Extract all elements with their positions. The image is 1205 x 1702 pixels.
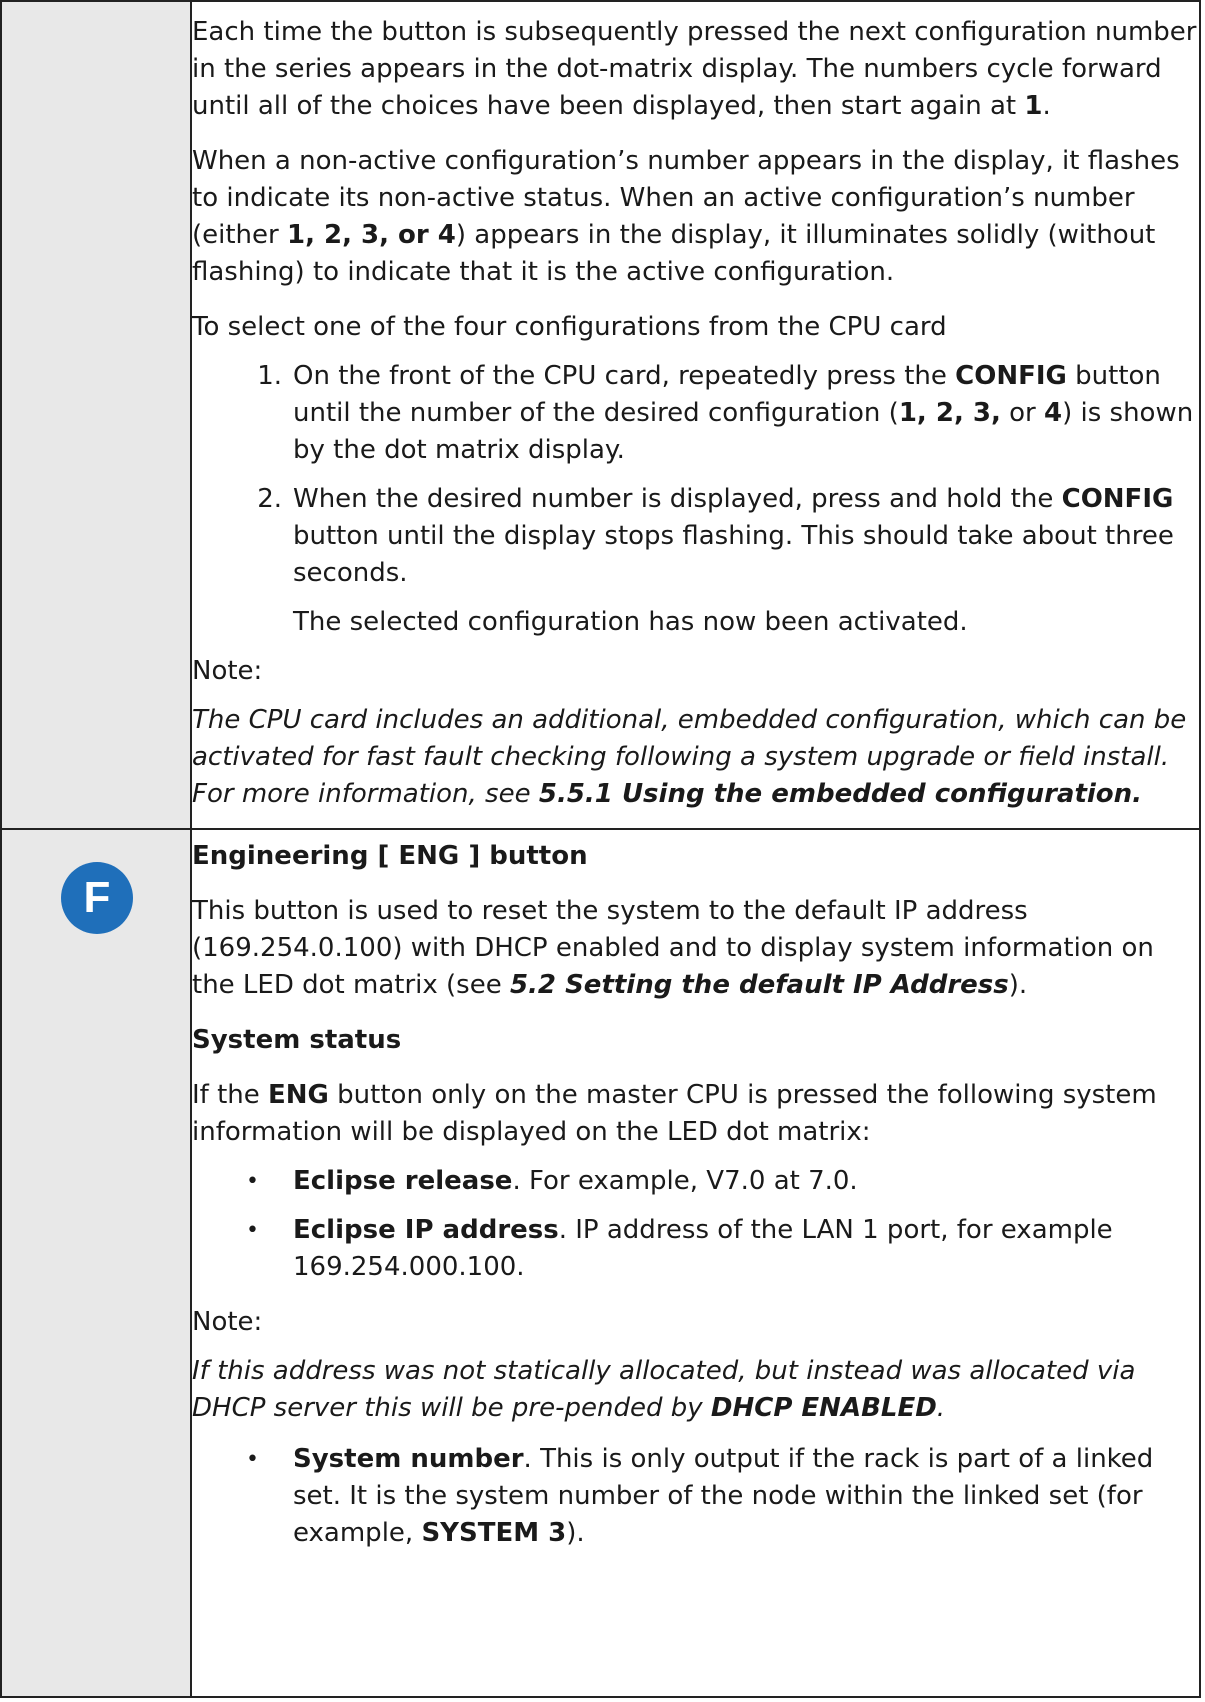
procedure-intro: To select one of the four configurations… bbox=[192, 312, 947, 342]
section-badge: F bbox=[61, 862, 133, 934]
paragraph-system-status: If the ENG button only on the master CPU… bbox=[192, 1080, 1157, 1147]
table-row: F Engineering [ ENG ] button This button… bbox=[0, 828, 1201, 1698]
note-label: Note: bbox=[192, 1307, 263, 1337]
content-cell: Engineering [ ENG ] button This button i… bbox=[190, 828, 1201, 1698]
list-item: • Eclipse release. For example, V7.0 at 7… bbox=[246, 1166, 858, 1196]
content-cell: Each time the button is subsequently pre… bbox=[190, 0, 1201, 830]
note-label: Note: bbox=[192, 656, 263, 686]
procedure-steps: 1. On the front of the CPU card, repeate… bbox=[192, 358, 1199, 592]
label-cell bbox=[0, 0, 192, 830]
cross-reference-link[interactable]: 5.5.1 Using the embedded configuration. bbox=[539, 779, 1142, 809]
section-heading: Engineering [ ENG ] button bbox=[192, 841, 588, 871]
cross-reference-link[interactable]: 5.2 Setting the default IP Address bbox=[510, 970, 1009, 1000]
result-text: The selected configuration has now been … bbox=[293, 607, 968, 637]
table-row: Each time the button is subsequently pre… bbox=[0, 0, 1201, 830]
note-text: If this address was not statically alloc… bbox=[192, 1356, 1136, 1423]
reference-table: Each time the button is subsequently pre… bbox=[0, 0, 1201, 1698]
list-item: • System number. This is only output if t… bbox=[246, 1444, 1154, 1548]
document-page: Each time the button is subsequently pre… bbox=[0, 0, 1205, 1702]
subheading: System status bbox=[192, 1025, 402, 1055]
list-item: • Eclipse IP address. IP address of the L… bbox=[246, 1215, 1113, 1282]
status-list: • System number. This is only output if t… bbox=[192, 1441, 1199, 1552]
label-cell: F bbox=[0, 828, 192, 1698]
paragraph-cycle: Each time the button is subsequently pre… bbox=[192, 17, 1197, 121]
list-item: 2. When the desired number is displayed,… bbox=[257, 484, 1174, 588]
paragraph-eng-purpose: This button is used to reset the system … bbox=[192, 896, 1154, 1000]
paragraph-active-status: When a non-active configuration’s number… bbox=[192, 146, 1180, 287]
status-list: • Eclipse release. For example, V7.0 at 7… bbox=[192, 1163, 1199, 1286]
list-item: 1. On the front of the CPU card, repeate… bbox=[257, 361, 1194, 465]
note-text: The CPU card includes an additional, emb… bbox=[192, 705, 1187, 809]
